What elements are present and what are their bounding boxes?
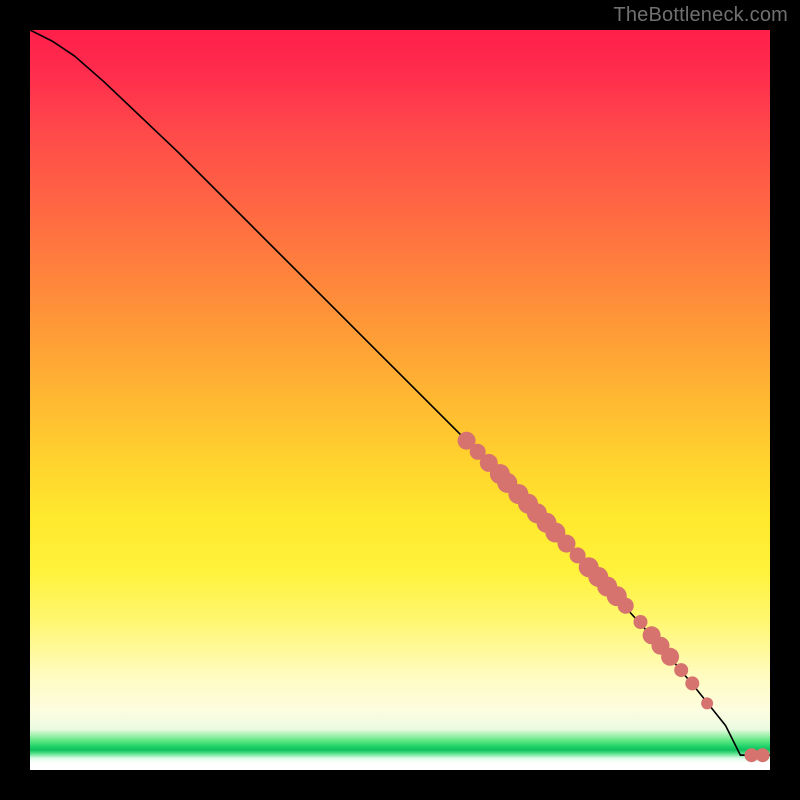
scatter-dot (701, 697, 713, 709)
scatter-dot (756, 748, 770, 762)
chart-overlay-svg (30, 30, 770, 770)
scatter-dot (685, 676, 699, 690)
watermark-text: TheBottleneck.com (613, 4, 788, 27)
scatter-dot (661, 648, 679, 666)
scatter-dot (618, 598, 634, 614)
chart-stage: TheBottleneck.com (0, 0, 800, 800)
scatter-dot (634, 615, 648, 629)
plot-area (30, 30, 770, 770)
scatter-cluster-group (458, 432, 770, 763)
scatter-dot (674, 663, 688, 677)
